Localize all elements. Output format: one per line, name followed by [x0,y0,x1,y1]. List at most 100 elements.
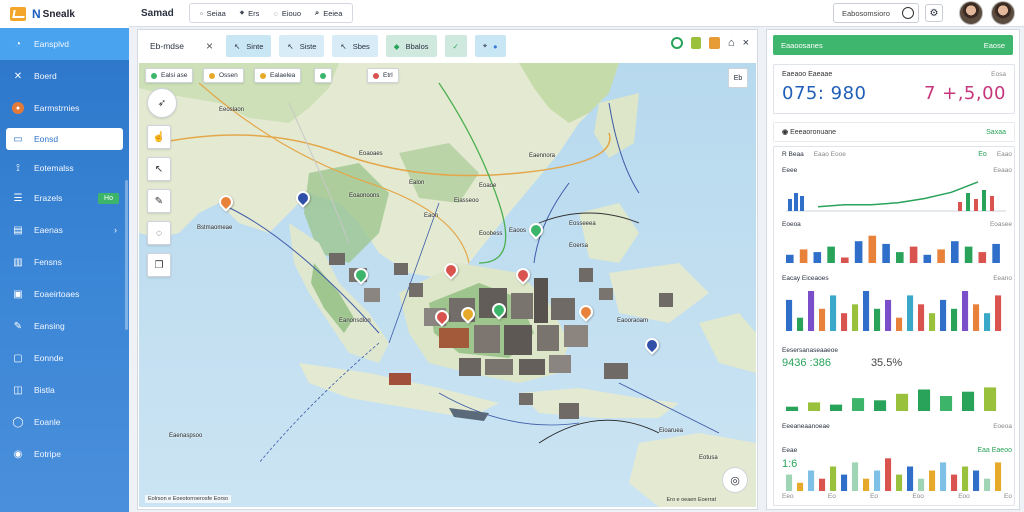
lasso-tool[interactable]: ◌ [147,221,171,245]
sidebar-item-8[interactable]: ▣ Eoaeirtoaes [0,278,129,310]
tab-5[interactable]: ⌖ ● [474,35,506,57]
tab-3[interactable]: ◆ Bbalos [385,35,437,57]
status-badge: Ho [98,192,119,204]
filter-label: Seiaa [206,8,226,18]
select-tool[interactable]: ↖ [147,157,171,181]
sidebar-item-4[interactable]: ⟟ Eotemalss [0,154,129,182]
sidebar-item-6[interactable]: ▤ Eaenas › [0,214,129,246]
draw-tool[interactable]: ✎ [147,189,171,213]
tab-0[interactable]: ↖ Sinte [226,35,272,57]
chart-bar [863,478,870,491]
layers-tool[interactable]: ❐ [147,253,171,277]
bag-icon[interactable] [690,37,701,49]
line-chart [786,181,1006,212]
sidebar-item-11[interactable]: ◫ Bistla [0,374,129,406]
map-chip[interactable] [314,68,332,83]
zoom-control[interactable]: Eb [728,68,748,88]
check-icon: ✓ [452,41,459,51]
close-icon[interactable]: × [743,37,749,49]
sidebar-item-label: Earmstrnies [34,103,80,113]
map-label: Eoaoe [479,183,497,189]
map-label: Eotusa [699,455,718,461]
map-chip[interactable]: Ealaelea [254,68,302,83]
chart-bar [830,295,837,331]
sidebar-item-3[interactable]: ▭ Eonsd [6,128,123,150]
compass-button[interactable]: ➶ [147,88,177,118]
tab-4[interactable]: ✓ [444,35,467,57]
chart-bar [964,246,973,263]
filter-pill[interactable]: ▫ Seiaa ⌖ Ers ◌ Eiouo ⌕ Eeiea [189,3,354,23]
home-icon[interactable]: ⌂ [728,37,735,49]
sidebar-item-13[interactable]: ◉ Eotripe [0,438,129,470]
chart-bar [929,313,936,331]
sidebar-item-0[interactable]: ◔ Eansplvd [0,28,129,60]
sidebar-item-label: Fensns [34,257,62,267]
sidebar-scrollbar[interactable] [125,180,128,330]
sidebar-item-label: Eonnde [34,353,64,363]
sidebar-item-12[interactable]: ◯ Eoanle [0,406,129,438]
search-input[interactable]: Eabosomsioro [833,3,919,23]
sidebar-item-10[interactable]: ▢ Eonnde [0,342,129,374]
map-chip[interactable]: Etrl [367,68,399,83]
brand[interactable]: N Snealk [0,0,129,28]
locate-button[interactable]: ◎ [722,467,748,493]
avatar-secondary[interactable] [991,1,1015,25]
tick-label: Eoo [958,493,970,500]
panel-header[interactable]: Eaaoosanes Eaose [773,35,1013,55]
avatar[interactable] [959,1,983,25]
analytics-panel: Eaaoosanes Eaose Eaeaoo Eaeaae Eosa 075:… [766,29,1020,510]
chart-bar [874,470,881,491]
bookmark-icon[interactable] [708,37,720,49]
chart-bar [966,193,970,211]
chart-bar [786,254,794,263]
avatar-icon: ● [12,102,24,114]
metric-row: R Beaa Eaao Eooe Eo Eaao [782,151,1012,158]
tab-label: Sbes [352,41,370,51]
panel-header-right: Eaose [983,40,1005,50]
map-chip[interactable]: Ossen [203,68,244,83]
tab-2[interactable]: ↖ Sbes [332,35,378,57]
close-icon[interactable]: × [206,39,218,53]
settings-button[interactable]: ⚙ [925,4,943,22]
chart-bar [896,252,904,263]
tick-label: Eoo [912,493,924,500]
section-header[interactable]: ◉ Eeeaoronuane Saxaa [773,122,1015,142]
chart-bar [852,398,865,411]
refresh-icon[interactable] [670,37,683,49]
tab-1[interactable]: ↖ Siste [279,35,325,57]
map-label: Eaenaspsoo [169,433,203,439]
map-chip[interactable]: Ealsi ase [145,68,194,83]
chart-bar [990,196,994,211]
tick-label: Eo [1004,493,1012,500]
sidebar-item-label: Eaenas [34,225,63,235]
card-icon: ▭ [13,133,23,145]
sidebar-item-9[interactable]: ✎ Eansing [0,310,129,342]
map-canvas[interactable]: Ealsi ase Ossen Ealaelea Etrl Eb ➶ ☝ ↖ ✎… [139,63,756,507]
filter-item[interactable]: ◌ Eiouo [273,9,301,18]
chart-bar [940,299,947,331]
tick-labels: Eeo Eo Eo Eoo Eoo Eo [782,493,1012,500]
pin-icon: ● [493,41,498,51]
metric-label: Eeee [782,167,798,174]
sidebar-item-2[interactable]: ● Earmstrnies [0,92,129,124]
sidebar-item-1[interactable]: ✕ Boerd [0,60,129,92]
chart-bar [962,391,975,411]
filter-item[interactable]: ▫ Seiaa [200,9,226,18]
filter-item[interactable]: ⌕ Eeiea [315,8,342,18]
chart-bar [852,304,859,331]
chart-bar [982,190,986,211]
dot-icon [373,72,379,79]
map-label: Eaoos [509,228,527,234]
sidebar-item-7[interactable]: ▥ Fensns [0,246,129,278]
list-icon: ☰ [13,192,23,204]
filter-item[interactable]: ⌖ Ers [240,8,259,18]
search-placeholder: Eabosomsioro [842,8,890,18]
sidebar-item-label: Eansplvd [34,39,69,49]
chart-bar [973,470,980,491]
sidebar-item-5[interactable]: ☰ Erazels Ho [0,182,129,214]
chart-bar [808,291,815,331]
pan-tool[interactable]: ☝ [147,125,171,149]
section-link[interactable]: Saxaa [986,129,1006,136]
dot-icon [260,72,266,79]
summary-header: Eaeaoo Eaeaae Eosa [774,71,1014,78]
